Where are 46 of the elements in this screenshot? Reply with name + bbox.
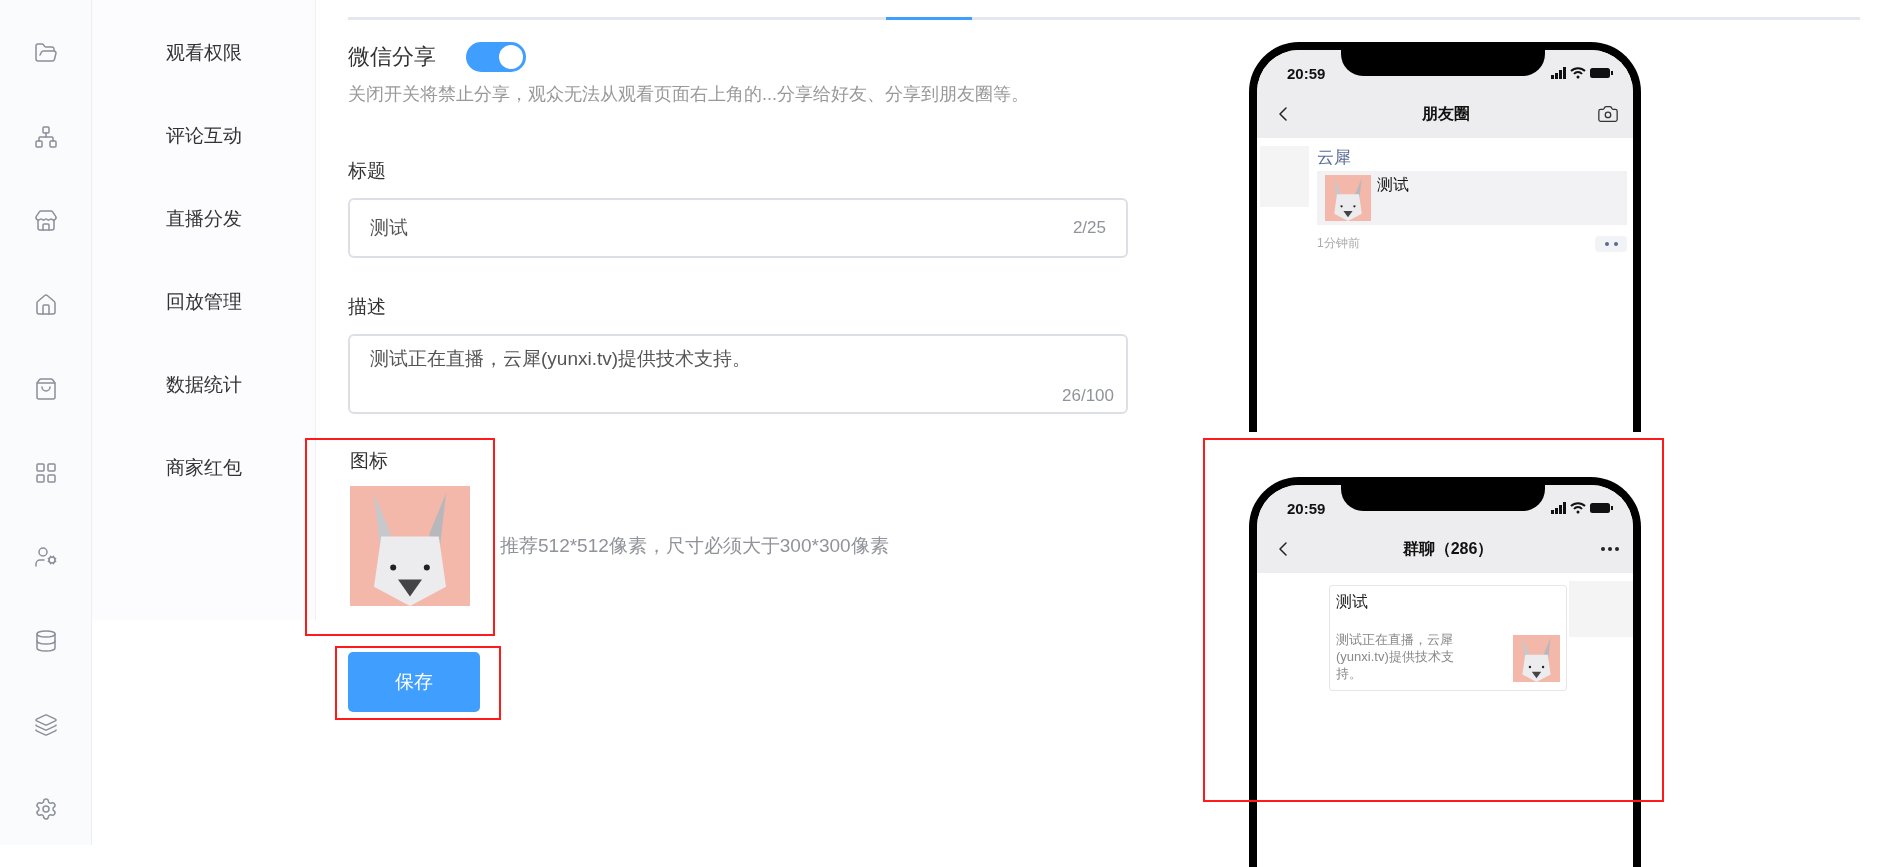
phone-title: 群聊（286） — [1402, 538, 1494, 559]
rabbit-thumbnail — [1513, 635, 1560, 682]
signal-icon — [1551, 502, 1566, 514]
post-time: 1分钟前 — [1317, 235, 1360, 252]
home-icon[interactable] — [33, 293, 58, 317]
card-title: 测试 — [1336, 592, 1369, 612]
camera-icon[interactable] — [1597, 103, 1619, 125]
card-text: 测试正在直播，云犀(yunxi.tv)提供技术支持。 — [1336, 631, 1455, 682]
more-icon[interactable] — [1601, 547, 1619, 551]
database-icon[interactable] — [33, 629, 58, 653]
settings-icon[interactable] — [33, 797, 58, 821]
post-text: 测试 — [1377, 175, 1409, 195]
user-gear-icon[interactable] — [33, 545, 58, 569]
share-toggle[interactable] — [466, 42, 526, 72]
title-label: 标题 — [348, 159, 387, 183]
layers-icon[interactable] — [33, 713, 58, 737]
description-label: 描述 — [348, 295, 387, 319]
menu-item[interactable]: 商家红包 — [165, 455, 242, 481]
menu-item[interactable]: 观看权限 — [165, 40, 242, 66]
rabbit-thumbnail — [1325, 175, 1371, 221]
grid-icon[interactable] — [33, 461, 58, 485]
signal-icon — [1551, 67, 1566, 79]
store-icon[interactable] — [33, 209, 58, 233]
menu-item[interactable]: 直播分发 — [165, 206, 242, 232]
phone-title: 朋友圈 — [1422, 103, 1470, 124]
wifi-icon — [1570, 67, 1586, 79]
title-input[interactable]: 测试 2/25 — [348, 198, 1128, 258]
icon-label: 图标 — [350, 449, 389, 473]
status-time: 20:59 — [1287, 499, 1326, 517]
icon-hint: 推荐512*512像素，尺寸必须大于300*300像素 — [500, 534, 889, 558]
more-button[interactable] — [1595, 235, 1627, 252]
status-time: 20:59 — [1287, 64, 1326, 82]
author-name: 云犀 — [1317, 147, 1352, 169]
description-textarea[interactable]: 测试正在直播，云犀(yunxi.tv)提供技术支持。 26/100 — [348, 334, 1128, 414]
wifi-icon — [1570, 502, 1586, 514]
menu-item[interactable]: 数据统计 — [165, 372, 242, 398]
menu-item[interactable]: 回放管理 — [165, 289, 242, 315]
share-hint: 关闭开关将禁止分享，观众无法从观看页面右上角的...分享给好友、分享到朋友圈等。 — [348, 83, 1030, 106]
avatar-placeholder — [1569, 581, 1633, 637]
battery-icon — [1590, 503, 1613, 513]
share-label: 微信分享 — [348, 43, 436, 71]
hierarchy-icon[interactable] — [33, 125, 58, 149]
folder-icon[interactable] — [33, 41, 58, 65]
battery-icon — [1590, 68, 1613, 78]
bag-icon[interactable] — [33, 377, 58, 401]
menu-item[interactable]: 评论互动 — [165, 123, 242, 149]
